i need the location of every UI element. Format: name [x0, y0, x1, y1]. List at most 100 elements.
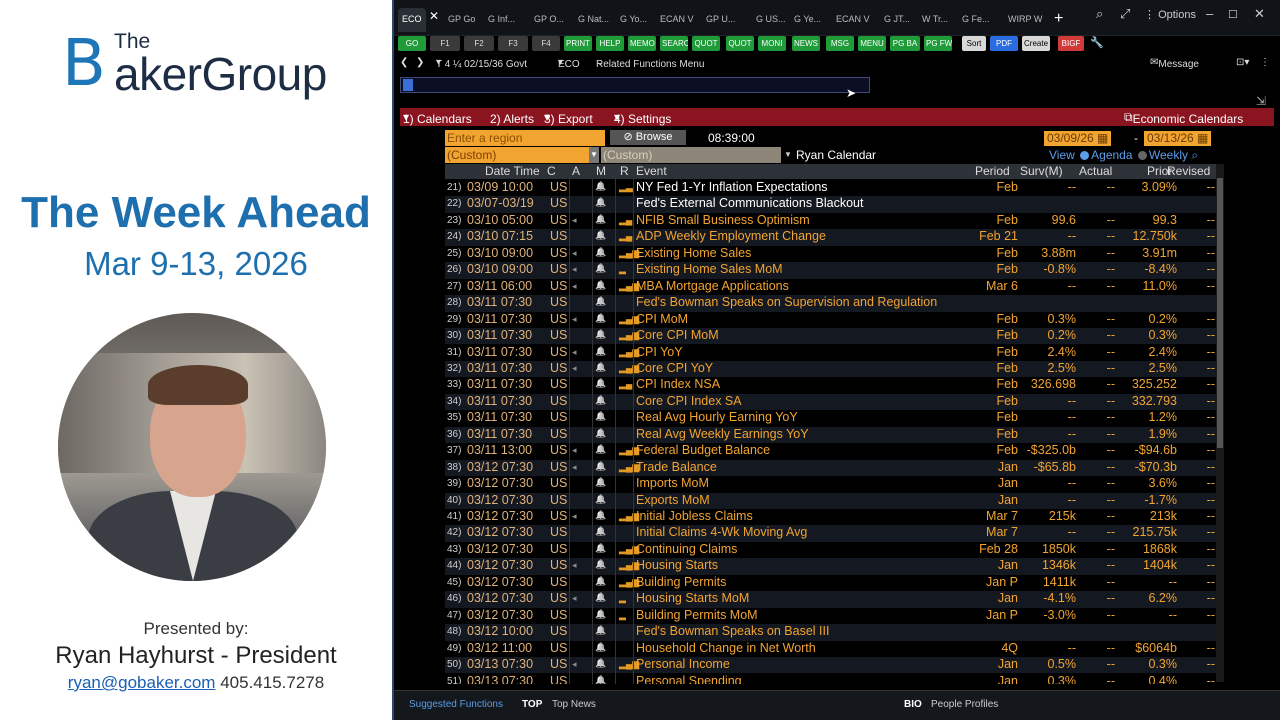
- fkey-button[interactable]: MENU: [858, 36, 886, 51]
- close-window-icon[interactable]: ✕: [1254, 6, 1265, 22]
- top-news-link[interactable]: Top News: [552, 699, 596, 710]
- wrench-icon[interactable]: 🔧: [1090, 36, 1104, 49]
- tab[interactable]: GP O...: [530, 8, 568, 32]
- table-row[interactable]: 32) 03/11 07:30 US ◂ 🔔 ▂▄▆ Core CPI YoY Feb 2.5%…: [445, 360, 1223, 378]
- command-line[interactable]: [400, 77, 870, 93]
- tab[interactable]: WIRP W: [1004, 8, 1046, 32]
- bell-icon[interactable]: 🔔: [595, 543, 606, 554]
- table-row[interactable]: 28) 03/11 07:30 US 🔔 Fed's Bowman Speaks on …: [445, 295, 1223, 312]
- country-filter-select[interactable]: (Custom): [445, 147, 590, 163]
- chevron-down-icon[interactable]: ▼: [781, 147, 792, 163]
- tab[interactable]: G Ye...: [790, 8, 825, 32]
- table-row[interactable]: 51) 03/13 07:30 US 🔔 Personal Spending Jan 0.3…: [445, 674, 1223, 685]
- calendar-filter-select[interactable]: (Custom): [601, 147, 781, 163]
- more-icon[interactable]: ⋮: [1260, 57, 1270, 68]
- fkey-button[interactable]: QUOT: [692, 36, 720, 51]
- table-row[interactable]: 38) 03/12 07:30 US ◂ 🔔 ▂▄▆ Trade Balance Jan -$6…: [445, 459, 1223, 477]
- bell-icon[interactable]: 🔔: [595, 329, 606, 340]
- tab[interactable]: GP Go: [444, 8, 479, 32]
- date-to-field[interactable]: 03/13/26 ▦: [1144, 131, 1212, 146]
- bell-icon[interactable]: 🔔: [595, 477, 606, 488]
- bell-icon[interactable]: 🔔: [595, 181, 606, 192]
- window-options-icon[interactable]: ⊡▾: [1236, 57, 1249, 68]
- bell-icon[interactable]: 🔔: [595, 510, 606, 521]
- top-news-code[interactable]: TOP: [522, 699, 542, 710]
- bell-icon[interactable]: 🔔: [595, 494, 606, 505]
- fkey-button[interactable]: F3: [498, 36, 528, 51]
- region-input[interactable]: Enter a region: [445, 130, 605, 146]
- agenda-radio[interactable]: [1080, 151, 1090, 161]
- bell-icon[interactable]: 🔔: [595, 428, 606, 439]
- calendars-menu[interactable]: 1) Calendars ▾: [403, 110, 472, 126]
- zoom-icon[interactable]: ⌕: [1191, 148, 1198, 162]
- table-row[interactable]: 36) 03/11 07:30 US 🔔 Real Avg Weekly Earning…: [445, 426, 1223, 444]
- settings-menu[interactable]: 4) Settings ▾: [614, 110, 671, 126]
- expand-panel-icon[interactable]: ⇲: [1256, 94, 1266, 108]
- bell-icon[interactable]: 🔔: [595, 658, 606, 669]
- fkey-button[interactable]: PRINT: [564, 36, 592, 51]
- bell-icon[interactable]: 🔔: [595, 263, 606, 274]
- search-icon[interactable]: ⌕: [1096, 6, 1103, 22]
- table-row[interactable]: 25) 03/10 09:00 US ◂ 🔔 ▂▄▆ Existing Home Sales…: [445, 246, 1223, 262]
- new-tab-icon[interactable]: +: [1054, 10, 1063, 28]
- bell-icon[interactable]: 🔔: [595, 625, 606, 636]
- table-row[interactable]: 45) 03/12 07:30 US 🔔 ▂▄▆ Building Permits Jan …: [445, 575, 1223, 591]
- bell-icon[interactable]: 🔔: [595, 411, 606, 422]
- weekly-radio[interactable]: [1137, 151, 1147, 161]
- scrollbar[interactable]: [1216, 164, 1224, 682]
- col-monitor[interactable]: M: [596, 164, 606, 178]
- tab[interactable]: G US...: [752, 8, 790, 32]
- tab[interactable]: G JT...: [880, 8, 914, 32]
- fkey-button[interactable]: MSG: [826, 36, 854, 51]
- bell-icon[interactable]: 🔔: [595, 214, 606, 225]
- tab[interactable]: ECAN V: [832, 8, 874, 32]
- people-profiles-link[interactable]: People Profiles: [931, 699, 998, 710]
- col-event[interactable]: Event: [636, 164, 667, 178]
- fkey-button[interactable]: PDF: [990, 36, 1018, 51]
- table-row[interactable]: 29) 03/11 07:30 US ◂ 🔔 ▂▄▆ CPI MoM Feb 0.3% -- 0.2…: [445, 312, 1223, 328]
- col-survey[interactable]: Surv(M): [1020, 164, 1063, 178]
- fkey-button[interactable]: NEWS: [792, 36, 820, 51]
- fkey-button[interactable]: MEMO: [628, 36, 656, 51]
- tab[interactable]: G Nat...: [574, 8, 613, 32]
- fkey-button[interactable]: QUOT: [726, 36, 754, 51]
- bell-icon[interactable]: 🔔: [595, 675, 606, 685]
- bell-icon[interactable]: 🔔: [595, 313, 606, 324]
- col-country[interactable]: C: [547, 164, 556, 178]
- fkey-button[interactable]: MONI: [758, 36, 786, 51]
- bell-icon[interactable]: 🔔: [595, 280, 606, 291]
- col-relevance[interactable]: R: [620, 164, 629, 178]
- table-row[interactable]: 23) 03/10 05:00 US ◂ 🔔 ▂▄ NFIB Small Business …: [445, 213, 1223, 229]
- tab[interactable]: ECAN V: [656, 8, 698, 32]
- date-from-field[interactable]: 03/09/26 ▦: [1044, 131, 1112, 146]
- tab[interactable]: GP U...: [702, 8, 739, 32]
- forward-arrow-icon[interactable]: ❯: [416, 57, 424, 68]
- browse-button[interactable]: ⊘ Browse: [610, 130, 686, 145]
- table-row[interactable]: 39) 03/12 07:30 US 🔔 Imports MoM Jan -- -- 3.6% -…: [445, 476, 1223, 492]
- fullscreen-icon[interactable]: ⤢: [1120, 6, 1130, 22]
- bell-icon[interactable]: 🔔: [595, 609, 606, 620]
- minimize-icon[interactable]: –: [1206, 6, 1213, 21]
- table-row[interactable]: 50) 03/13 07:30 US ◂ 🔔 ▂▄▆ Personal Income Jan 0…: [445, 657, 1223, 674]
- maximize-icon[interactable]: ☐: [1228, 8, 1238, 21]
- bell-icon[interactable]: 🔔: [595, 362, 606, 373]
- table-row[interactable]: 43) 03/12 07:30 US 🔔 ▂▄▆ Continuing Claims Feb…: [445, 542, 1223, 558]
- table-row[interactable]: 33) 03/11 07:30 US 🔔 ▂▄ CPI Index NSA Feb 326.6…: [445, 377, 1223, 393]
- bell-icon[interactable]: 🔔: [595, 461, 606, 472]
- col-alert[interactable]: A: [572, 164, 580, 178]
- bell-icon[interactable]: 🔔: [595, 444, 606, 455]
- table-row[interactable]: 47) 03/12 07:30 US 🔔 ▂ Building Permits MoM Ja…: [445, 608, 1223, 624]
- bell-icon[interactable]: 🔔: [595, 526, 606, 537]
- tab[interactable]: G Fe...: [958, 8, 994, 32]
- bell-icon[interactable]: 🔔: [595, 230, 606, 241]
- bio-code[interactable]: BIO: [904, 699, 922, 710]
- table-row[interactable]: 24) 03/10 07:15 US 🔔 ▂▄ ADP Weekly Employment…: [445, 229, 1223, 246]
- fkey-button[interactable]: Sort: [962, 36, 986, 51]
- table-row[interactable]: 46) 03/12 07:30 US ◂ 🔔 ▂ Housing Starts MoM Jan…: [445, 591, 1223, 608]
- related-functions-menu[interactable]: Related Functions Menu ⌄: [596, 57, 704, 70]
- tab[interactable]: ECO: [398, 8, 426, 32]
- tab[interactable]: G Inf...: [484, 8, 519, 32]
- col-period[interactable]: Period: [975, 164, 1010, 178]
- fkey-button[interactable]: F1: [430, 36, 460, 51]
- table-row[interactable]: 37) 03/11 13:00 US ◂ 🔔 ▂▄▆ Federal Budget Bala…: [445, 443, 1223, 459]
